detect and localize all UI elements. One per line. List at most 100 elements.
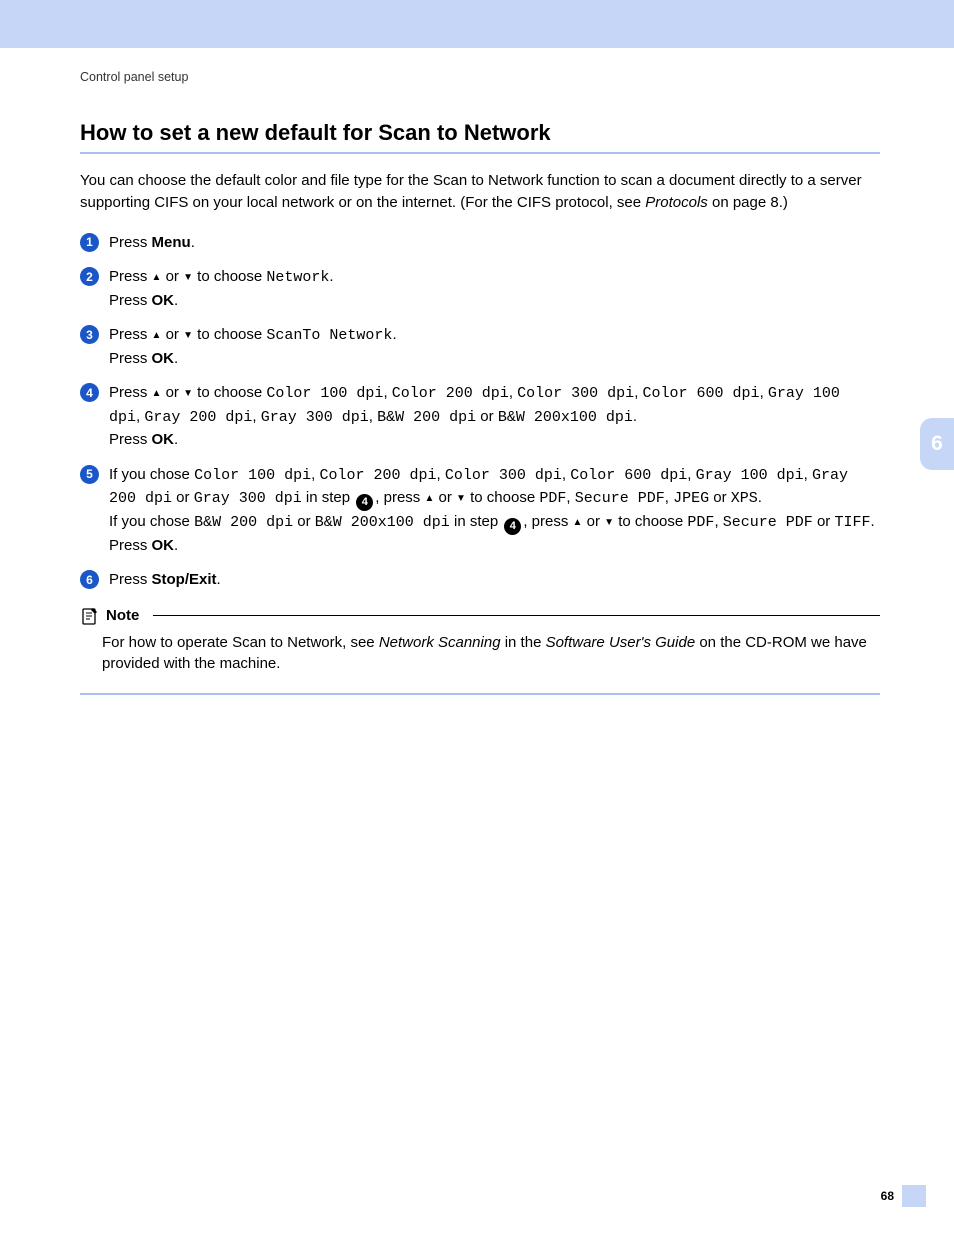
opt-g200: Gray 200 dpi — [144, 409, 252, 426]
ok-key: OK — [152, 537, 175, 554]
text: to choose — [193, 326, 266, 343]
opt-g300: Gray 300 dpi — [194, 490, 302, 507]
text: Press — [109, 537, 152, 554]
text: , — [509, 384, 517, 401]
text: , — [634, 384, 642, 401]
option-network: Network — [266, 269, 329, 286]
note-label: Note — [106, 607, 139, 624]
step-4: 4 Press ▲ or ▼ to choose Color 100 dpi, … — [80, 382, 880, 452]
top-header-bar — [0, 0, 954, 48]
text: or — [161, 326, 183, 343]
opt-c200: Color 200 dpi — [319, 467, 436, 484]
opt-bw200x100: B&W 200x100 dpi — [315, 514, 450, 531]
note-header: Note — [80, 606, 880, 626]
step-6: 6 Press Stop/Exit. — [80, 569, 880, 592]
down-arrow-icon: ▼ — [183, 328, 193, 343]
breadcrumb: Control panel setup — [80, 70, 880, 84]
text: to choose — [466, 489, 539, 506]
ok-key: OK — [152, 431, 175, 448]
opt-bw200: B&W 200 dpi — [377, 409, 476, 426]
note-ref-1: Network Scanning — [379, 634, 501, 651]
intro-paragraph: You can choose the default color and fil… — [80, 170, 880, 214]
text: . — [174, 292, 178, 309]
opt-pdf: PDF — [539, 490, 566, 507]
text: . — [329, 268, 333, 285]
intro-protocols-ref: Protocols — [645, 194, 708, 211]
up-arrow-icon: ▲ — [152, 386, 162, 401]
text: or — [476, 408, 498, 425]
down-arrow-icon: ▼ — [183, 386, 193, 401]
opt-jpeg: JPEG — [673, 490, 709, 507]
text: or — [582, 513, 604, 530]
up-arrow-icon: ▲ — [152, 328, 162, 343]
text: . — [392, 326, 396, 343]
opt-tiff: TIFF — [834, 514, 870, 531]
text: , — [383, 384, 391, 401]
text: . — [758, 489, 762, 506]
step-4-body: Press ▲ or ▼ to choose Color 100 dpi, Co… — [109, 382, 880, 452]
text: . — [871, 513, 875, 530]
step-3: 3 Press ▲ or ▼ to choose ScanTo Network.… — [80, 324, 880, 370]
text: , — [760, 384, 768, 401]
up-arrow-icon: ▲ — [152, 270, 162, 285]
text: or — [161, 384, 183, 401]
text: to choose — [614, 513, 687, 530]
opt-c100: Color 100 dpi — [266, 385, 383, 402]
page-number-bar — [902, 1185, 926, 1207]
step-6-body: Press Stop/Exit. — [109, 569, 880, 592]
text: , — [252, 408, 260, 425]
text: . — [633, 408, 637, 425]
text: or — [161, 268, 183, 285]
intro-text-2: on page 8.) — [708, 194, 788, 211]
text: Press — [109, 234, 152, 251]
note-bottom-rule — [80, 693, 880, 695]
opt-pdf: PDF — [687, 514, 714, 531]
option-scanto-network: ScanTo Network — [266, 327, 392, 344]
step-bullet-3: 3 — [80, 325, 99, 344]
page-content: Control panel setup How to set a new def… — [80, 70, 880, 695]
text: , — [714, 513, 722, 530]
step-bullet-5: 5 — [80, 465, 99, 484]
note-header-rule — [153, 615, 880, 616]
text: , — [436, 466, 444, 483]
down-arrow-icon: ▼ — [183, 270, 193, 285]
text: , press — [523, 513, 572, 530]
text: Press — [109, 268, 152, 285]
step-2: 2 Press ▲ or ▼ to choose Network. Press … — [80, 266, 880, 312]
step-1-body: Press Menu. — [109, 232, 880, 255]
opt-secure-pdf: Secure PDF — [723, 514, 813, 531]
text: , — [687, 466, 695, 483]
text: in step — [302, 489, 355, 506]
opt-c600: Color 600 dpi — [643, 385, 760, 402]
step-bullet-4: 4 — [80, 383, 99, 402]
text: or — [709, 489, 731, 506]
step-5: 5 If you chose Color 100 dpi, Color 200 … — [80, 464, 880, 558]
step-1: 1 Press Menu. — [80, 232, 880, 255]
note-ref-2: Software User's Guide — [546, 634, 696, 651]
step-3-body: Press ▲ or ▼ to choose ScanTo Network. P… — [109, 324, 880, 370]
text: , — [566, 489, 574, 506]
opt-xps: XPS — [731, 490, 758, 507]
text: to choose — [193, 268, 266, 285]
ok-key: OK — [152, 292, 175, 309]
step-5-body: If you chose Color 100 dpi, Color 200 dp… — [109, 464, 880, 558]
text: or — [293, 513, 315, 530]
text: Press — [109, 571, 152, 588]
opt-secure-pdf: Secure PDF — [575, 490, 665, 507]
step-2-body: Press ▲ or ▼ to choose Network. Press OK… — [109, 266, 880, 312]
opt-g300: Gray 300 dpi — [261, 409, 369, 426]
title-rule — [80, 152, 880, 154]
step-bullet-1: 1 — [80, 233, 99, 252]
opt-bw200: B&W 200 dpi — [194, 514, 293, 531]
opt-c200: Color 200 dpi — [392, 385, 509, 402]
text: in step — [450, 513, 503, 530]
text: to choose — [193, 384, 266, 401]
step-ref-4-icon: 4 — [504, 518, 521, 535]
text: Press — [109, 292, 152, 309]
opt-c600: Color 600 dpi — [570, 467, 687, 484]
down-arrow-icon: ▼ — [604, 515, 614, 530]
text: . — [174, 350, 178, 367]
text: . — [217, 571, 221, 588]
menu-key: Menu — [152, 234, 191, 251]
text: or — [813, 513, 835, 530]
